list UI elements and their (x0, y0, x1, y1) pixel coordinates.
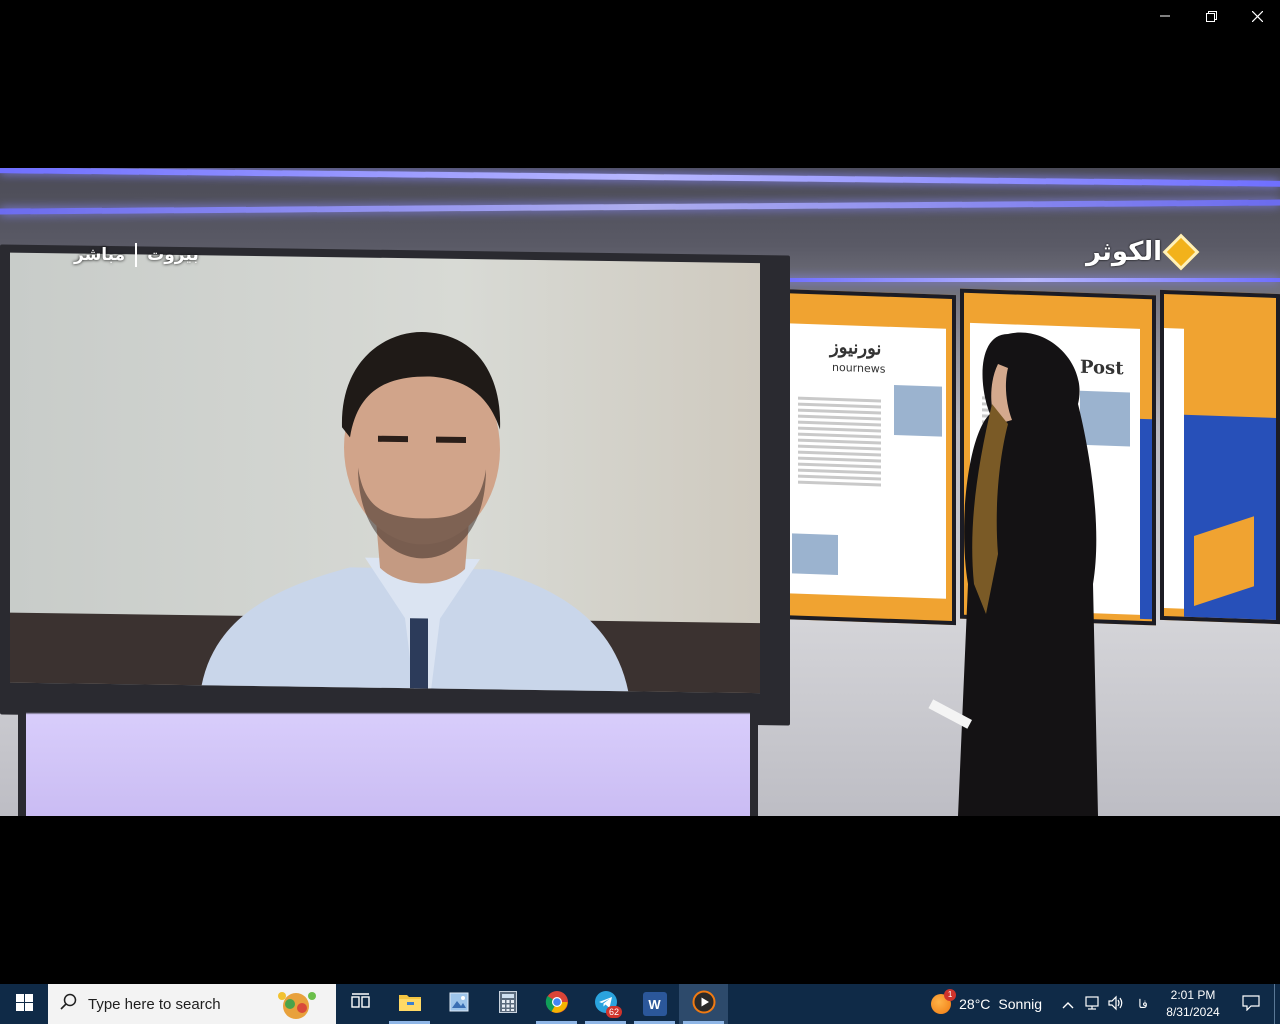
location-caption: بيروت مباشر (74, 242, 199, 268)
show-desktop-button[interactable] (1274, 984, 1280, 1024)
channel-logo: الكوثر (1086, 232, 1212, 272)
wall-panel (1160, 289, 1280, 625)
newspaper-page: نورنيوز nournews (786, 323, 946, 599)
media-player-icon (692, 990, 716, 1018)
search-icon (60, 993, 78, 1015)
clock-date: 8/31/2024 (1166, 1005, 1220, 1019)
search-highlight-icon (278, 992, 316, 1019)
newspaper-title: نورنيوز (830, 336, 882, 360)
taskbar-app-media-player[interactable] (679, 984, 728, 1024)
monitor-screen (10, 252, 760, 694)
show-hidden-icons-button[interactable] (1056, 984, 1080, 1024)
system-tray: 1 28°C Sonnig فا 2:01 PM 8/31/2024 (917, 984, 1280, 1024)
search-box[interactable]: Type here to search (48, 984, 336, 1024)
newspaper-subtitle: nournews (832, 360, 886, 376)
word-icon: W (642, 992, 667, 1016)
monitor (0, 244, 790, 726)
restore-button[interactable] (1188, 0, 1234, 32)
network-button[interactable] (1080, 984, 1104, 1024)
folder-icon (398, 992, 422, 1016)
windows-logo-icon (15, 993, 33, 1015)
task-view-button[interactable] (336, 984, 385, 1024)
chevron-up-icon (1062, 997, 1074, 1012)
taskbar-app-telegram[interactable]: 62 (581, 984, 630, 1024)
minimize-button[interactable] (1142, 0, 1188, 32)
start-button[interactable] (0, 984, 48, 1024)
search-placeholder: Type here to search (88, 995, 221, 1013)
clock-time: 2:01 PM (1170, 988, 1216, 1002)
weather-condition: Sonnig (998, 996, 1042, 1012)
weather-alert-badge: 1 (944, 989, 957, 1001)
minimize-icon (1160, 11, 1170, 21)
taskbar-app-file-explorer[interactable] (385, 984, 434, 1024)
sun-icon: 1 (931, 989, 957, 1014)
newspaper-image (792, 533, 838, 576)
video-frame[interactable]: الكوثر نورنيوز nournews Post بيروت مباشر (0, 168, 1280, 816)
taskbar: Type here to search 62 W 1 28°C Sonnig ف… (0, 984, 1280, 1024)
taskbar-app-chrome[interactable] (532, 984, 581, 1024)
calculator-icon (498, 991, 517, 1017)
weather-widget[interactable]: 1 28°C Sonnig (917, 984, 1056, 1024)
action-center-button[interactable] (1228, 984, 1274, 1024)
neon-light (780, 278, 1280, 282)
guest-figure (200, 332, 630, 694)
newspaper-page (1164, 328, 1184, 609)
restore-icon (1205, 10, 1217, 22)
network-icon (1084, 995, 1100, 1014)
channel-logo-text: الكوثر (1086, 237, 1163, 267)
task-view-icon (350, 993, 371, 1015)
volume-button[interactable] (1104, 984, 1128, 1024)
clock[interactable]: 2:01 PM 8/31/2024 (1158, 984, 1228, 1024)
speaker-icon (1107, 995, 1125, 1014)
photos-icon (449, 992, 469, 1016)
presenter-figure (928, 324, 1118, 816)
location-city: بيروت (147, 245, 199, 265)
close-icon (1251, 10, 1263, 22)
input-language-label: فا (1138, 997, 1148, 1011)
taskbar-app-photos[interactable] (434, 984, 483, 1024)
newspaper-text-lines (792, 393, 887, 489)
wall-graphic (1140, 418, 1156, 620)
screen: الكوثر نورنيوز nournews Post بيروت مباشر… (0, 0, 1280, 1024)
input-language-button[interactable]: فا (1128, 984, 1158, 1024)
taskbar-app-calculator[interactable] (483, 984, 532, 1024)
telegram-unread-badge: 62 (605, 1006, 622, 1018)
notification-icon (1242, 994, 1260, 1014)
live-label: مباشر (74, 245, 126, 265)
weather-temperature: 28°C (959, 996, 991, 1012)
monitor-stand (18, 698, 758, 816)
close-button[interactable] (1234, 0, 1280, 32)
chrome-icon (545, 990, 569, 1018)
caption-divider (135, 243, 138, 267)
channel-logo-icon (1162, 233, 1200, 271)
taskbar-app-word[interactable]: W (630, 984, 679, 1024)
